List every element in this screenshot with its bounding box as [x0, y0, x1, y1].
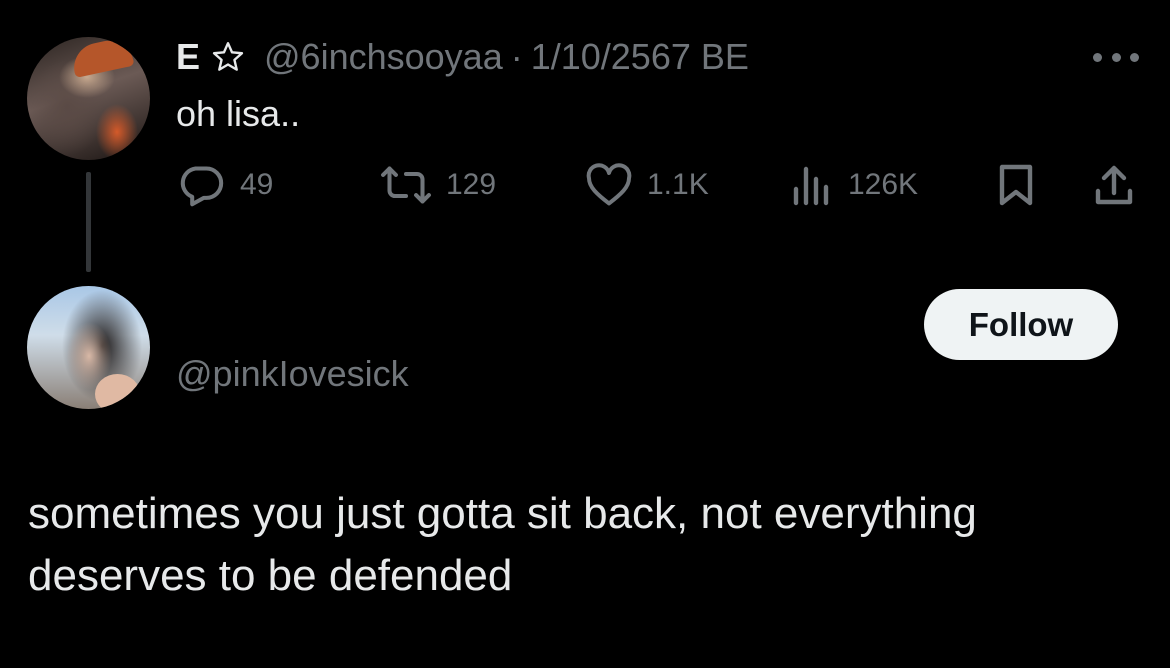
repost-count: 129 — [446, 168, 497, 201]
author-avatar[interactable] — [27, 37, 150, 160]
more-dot — [1111, 52, 1121, 62]
bookmark-icon — [999, 164, 1033, 206]
separator-dot: · — [510, 36, 523, 77]
author-name[interactable]: E — [176, 36, 200, 78]
more-horizontal-icon[interactable] — [1093, 50, 1139, 64]
follow-button[interactable]: Follow — [924, 289, 1118, 360]
like-button[interactable]: 1.1K — [585, 160, 709, 210]
heart-icon — [586, 163, 632, 206]
reply-button[interactable]: 49 — [176, 160, 273, 210]
star-outline-icon — [210, 39, 246, 75]
more-dot — [1130, 52, 1139, 62]
like-count: 1.1K — [647, 168, 709, 201]
reply-author-handle[interactable]: @pinkIovesick — [176, 352, 409, 396]
tweet-text: oh lisa.. — [176, 93, 301, 134]
reply-author-avatar[interactable] — [27, 286, 150, 409]
views-count: 126K — [848, 168, 919, 201]
tweet-date[interactable]: 1/10/2567 BE — [531, 36, 749, 78]
reply-text: sometimes you just gotta sit back, not e… — [28, 489, 977, 600]
author-handle[interactable]: @6inchsooyaa — [264, 36, 503, 78]
repost-button[interactable]: 129 — [380, 160, 496, 210]
thread-connector-line — [86, 172, 91, 272]
share-upload-icon — [1095, 165, 1133, 205]
tweet-header: E @6inchsooyaa · 1/10/2567 BE — [176, 35, 749, 79]
bookmark-button[interactable] — [996, 163, 1036, 212]
repost-arrows-icon — [381, 166, 431, 204]
speech-bubble-icon — [180, 166, 224, 207]
views-button[interactable]: 126K — [790, 160, 918, 210]
more-dot — [1093, 52, 1102, 62]
share-button[interactable] — [1092, 163, 1136, 212]
bar-chart-icon — [793, 166, 829, 206]
reply-count: 49 — [240, 168, 274, 201]
